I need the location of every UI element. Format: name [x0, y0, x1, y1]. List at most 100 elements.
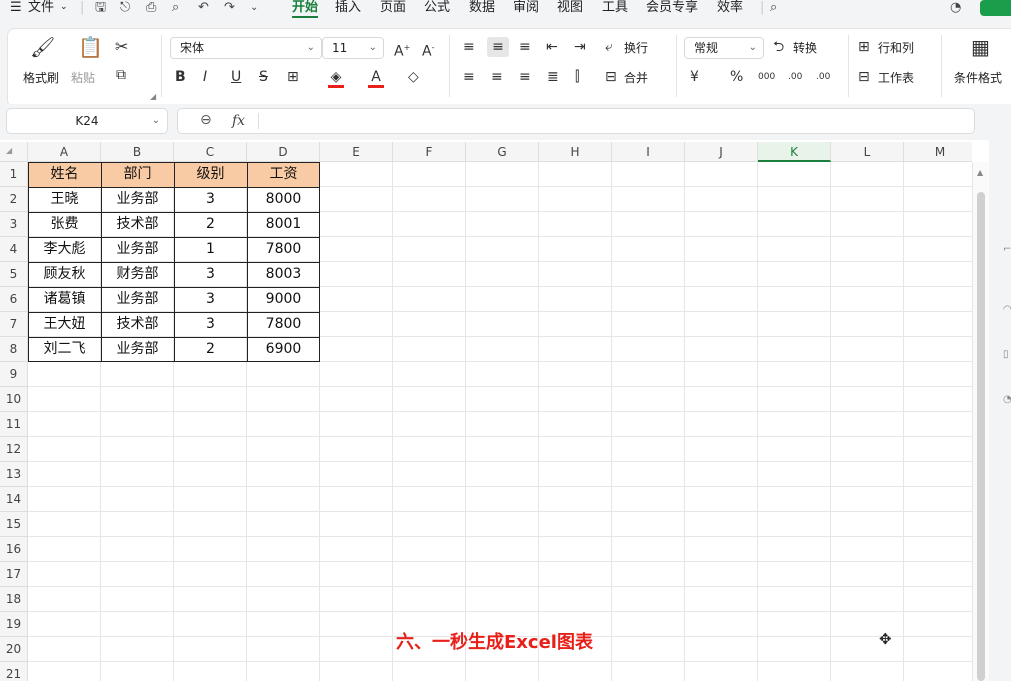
- merge-icon[interactable]: ⊟: [605, 69, 617, 85]
- row-header-3[interactable]: 3: [0, 212, 28, 237]
- paste-icon[interactable]: 📋: [78, 37, 103, 57]
- tab-tools[interactable]: 工具: [602, 0, 628, 18]
- row-header-15[interactable]: 15: [0, 512, 28, 537]
- table-cell[interactable]: 2: [174, 337, 247, 362]
- italic-button[interactable]: I: [203, 69, 207, 85]
- font-color-icon[interactable]: A: [368, 69, 384, 88]
- column-header-h[interactable]: H: [539, 142, 612, 162]
- table-cell[interactable]: 技术部: [101, 212, 174, 237]
- row-header-6[interactable]: 6: [0, 287, 28, 312]
- table-cell[interactable]: 1: [174, 237, 247, 262]
- chat-icon[interactable]: ◔: [950, 0, 961, 15]
- border-icon[interactable]: ⊞: [287, 69, 299, 85]
- scroll-up-icon[interactable]: ▲: [977, 168, 983, 177]
- spreadsheet-grid[interactable]: ◢ ABCDEFGHIJKLM 1 2 3 4 5 6 7 8 9 10 11 12 13 14 15 16 1…: [0, 142, 972, 681]
- table-header-cell[interactable]: 工资: [247, 162, 320, 187]
- table-cell[interactable]: 诸葛镇: [28, 287, 101, 312]
- row-header-7[interactable]: 7: [0, 312, 28, 337]
- sidebar-tool-icon[interactable]: ◠: [1003, 304, 1011, 315]
- justify-icon[interactable]: ≣: [547, 69, 559, 85]
- format-painter-label[interactable]: 格式刷: [23, 69, 59, 86]
- row-header-21[interactable]: 21: [0, 662, 28, 681]
- number-format-select[interactable]: 常规 ⌄: [684, 37, 764, 59]
- table-cell[interactable]: 业务部: [101, 237, 174, 262]
- row-header-14[interactable]: 14: [0, 487, 28, 512]
- table-cell[interactable]: 顾友秋: [28, 262, 101, 287]
- share-button[interactable]: [980, 0, 1011, 16]
- row-header-12[interactable]: 12: [0, 437, 28, 462]
- tab-view[interactable]: 视图: [557, 0, 583, 18]
- zoom-icon[interactable]: ⊖: [200, 112, 212, 128]
- sidebar-tool-icon[interactable]: ◔: [1003, 394, 1011, 405]
- row-header-20[interactable]: 20: [0, 637, 28, 662]
- row-header-1[interactable]: 1: [0, 162, 28, 187]
- sidebar-tool-icon[interactable]: ⌐: [1003, 244, 1011, 255]
- currency-button[interactable]: ¥: [690, 69, 699, 85]
- fill-color-icon[interactable]: ◈: [328, 69, 344, 88]
- table-cell[interactable]: 李大彪: [28, 237, 101, 262]
- align-right-icon[interactable]: ≡: [519, 69, 531, 85]
- table-cell[interactable]: 3: [174, 287, 247, 312]
- table-cell[interactable]: 业务部: [101, 287, 174, 312]
- print-preview-icon[interactable]: ⌕: [172, 0, 179, 15]
- distribute-icon[interactable]: ⫿: [575, 69, 579, 85]
- thousands-button[interactable]: 000: [758, 69, 775, 85]
- column-header-f[interactable]: F: [393, 142, 466, 162]
- font-grow-icon[interactable]: A+: [394, 40, 410, 60]
- sidebar-tool-icon[interactable]: ▯: [1003, 349, 1009, 360]
- row-header-8[interactable]: 8: [0, 337, 28, 362]
- table-cell[interactable]: 业务部: [101, 187, 174, 212]
- strikethrough-button[interactable]: S: [259, 69, 268, 85]
- print-icon[interactable]: ⎙: [146, 0, 156, 15]
- format-painter-icon[interactable]: 🖌: [30, 37, 55, 57]
- column-header-e[interactable]: E: [320, 142, 393, 162]
- table-cell[interactable]: 财务部: [101, 262, 174, 287]
- table-cell[interactable]: 8003: [247, 262, 320, 287]
- scrollbar-thumb[interactable]: [977, 192, 985, 681]
- conditional-format-label[interactable]: 条件格式: [954, 69, 1002, 86]
- table-cell[interactable]: 王大妞: [28, 312, 101, 337]
- column-header-g[interactable]: G: [466, 142, 539, 162]
- copy-icon[interactable]: ⧉: [116, 67, 126, 83]
- column-header-k[interactable]: K: [758, 142, 831, 162]
- hamburger-icon[interactable]: ☰: [10, 0, 22, 18]
- select-all-corner[interactable]: ◢: [0, 142, 28, 162]
- table-cell[interactable]: 9000: [247, 287, 320, 312]
- cut-icon[interactable]: ✂: [115, 39, 128, 55]
- column-header-l[interactable]: L: [831, 142, 904, 162]
- decimal-decrease-button[interactable]: .00: [816, 69, 830, 85]
- menu-file[interactable]: 文件: [28, 0, 54, 18]
- wrap-label[interactable]: 换行: [624, 39, 648, 56]
- row-header-13[interactable]: 13: [0, 462, 28, 487]
- table-cell[interactable]: 8001: [247, 212, 320, 237]
- row-header-19[interactable]: 19: [0, 612, 28, 637]
- row-header-10[interactable]: 10: [0, 387, 28, 412]
- column-header-j[interactable]: J: [685, 142, 758, 162]
- table-cell[interactable]: 8000: [247, 187, 320, 212]
- column-header-a[interactable]: A: [28, 142, 101, 162]
- tab-review[interactable]: 审阅: [513, 0, 539, 18]
- indent-increase-icon[interactable]: ⇥: [574, 39, 586, 55]
- table-header-cell[interactable]: 姓名: [28, 162, 101, 187]
- vertical-scrollbar[interactable]: ▲: [972, 162, 989, 681]
- tab-insert[interactable]: 插入: [335, 0, 361, 18]
- tab-member[interactable]: 会员专享: [646, 0, 698, 18]
- row-header-4[interactable]: 4: [0, 237, 28, 262]
- column-header-i[interactable]: I: [612, 142, 685, 162]
- rows-cols-icon[interactable]: ⊞: [858, 39, 870, 55]
- row-header-17[interactable]: 17: [0, 562, 28, 587]
- clear-format-icon[interactable]: ◇: [408, 69, 419, 85]
- name-box[interactable]: K24 ⌄: [6, 108, 168, 134]
- font-name-select[interactable]: 宋体 ⌄: [170, 37, 322, 59]
- row-header-16[interactable]: 16: [0, 537, 28, 562]
- search-icon[interactable]: ⌕: [770, 0, 777, 15]
- share-icon[interactable]: ⎋: [120, 0, 130, 15]
- tab-formula[interactable]: 公式: [424, 0, 450, 18]
- bold-button[interactable]: B: [175, 69, 186, 85]
- table-cell[interactable]: 业务部: [101, 337, 174, 362]
- undo-icon[interactable]: ↶: [198, 0, 209, 15]
- row-header-5[interactable]: 5: [0, 262, 28, 287]
- table-cell[interactable]: 7800: [247, 237, 320, 262]
- file-dropdown-icon[interactable]: ⌄: [60, 0, 68, 18]
- formula-input[interactable]: ⊖ fx: [177, 108, 975, 134]
